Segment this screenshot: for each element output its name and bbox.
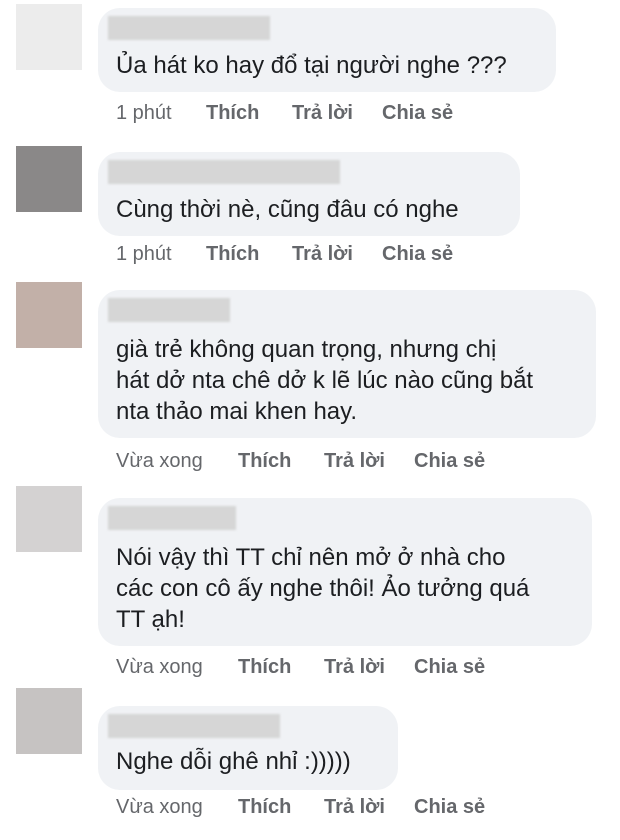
reply-button[interactable]: Trả lời	[324, 450, 385, 473]
like-button[interactable]: Thích	[206, 102, 259, 125]
share-button[interactable]: Chia sẻ	[414, 450, 485, 473]
like-button[interactable]: Thích	[238, 656, 291, 679]
commenter-name-blurred[interactable]	[108, 16, 270, 40]
share-button[interactable]: Chia sẻ	[414, 796, 485, 819]
reply-button[interactable]: Trả lời	[292, 102, 353, 125]
share-button[interactable]: Chia sẻ	[414, 656, 485, 679]
commenter-name-blurred[interactable]	[108, 506, 236, 530]
like-button[interactable]: Thích	[206, 243, 259, 266]
avatar[interactable]	[16, 688, 82, 754]
share-button[interactable]: Chia sẻ	[382, 243, 453, 266]
commenter-name-blurred[interactable]	[108, 298, 230, 322]
comment-text: Cùng thời nè, cũng đâu có nghe	[116, 196, 459, 223]
share-button[interactable]: Chia sẻ	[382, 102, 453, 125]
comment-timestamp[interactable]: 1 phút	[116, 243, 172, 266]
comment-timestamp[interactable]: Vừa xong	[116, 656, 203, 679]
reply-button[interactable]: Trả lời	[324, 656, 385, 679]
reply-button[interactable]: Trả lời	[292, 243, 353, 266]
comment-text: Nói vậy thì TT chỉ nên mở ở nhà cho các …	[116, 544, 530, 633]
avatar[interactable]	[16, 4, 82, 70]
comment-timestamp[interactable]: 1 phút	[116, 102, 172, 125]
comment-timestamp[interactable]: Vừa xong	[116, 450, 203, 473]
comment-text: Nghe dỗi ghê nhỉ :)))))	[116, 748, 351, 775]
like-button[interactable]: Thích	[238, 796, 291, 819]
like-button[interactable]: Thích	[238, 450, 291, 473]
comment-bubble: già trẻ không quan trọng, nhưng chị hát …	[98, 290, 596, 438]
comment-timestamp[interactable]: Vừa xong	[116, 796, 203, 819]
comment-bubble: Nói vậy thì TT chỉ nên mở ở nhà cho các …	[98, 498, 592, 646]
commenter-name-blurred[interactable]	[108, 160, 340, 184]
avatar[interactable]	[16, 486, 82, 552]
commenter-name-blurred[interactable]	[108, 714, 280, 738]
comment-bubble: Ủa hát ko hay đổ tại người nghe ???	[98, 8, 556, 92]
comment-bubble: Cùng thời nè, cũng đâu có nghe	[98, 152, 520, 236]
comment-bubble: Nghe dỗi ghê nhỉ :)))))	[98, 706, 398, 790]
comment-text: Ủa hát ko hay đổ tại người nghe ???	[116, 52, 507, 79]
avatar[interactable]	[16, 282, 82, 348]
comment-text: già trẻ không quan trọng, nhưng chị hát …	[116, 336, 534, 425]
reply-button[interactable]: Trả lời	[324, 796, 385, 819]
avatar[interactable]	[16, 146, 82, 212]
